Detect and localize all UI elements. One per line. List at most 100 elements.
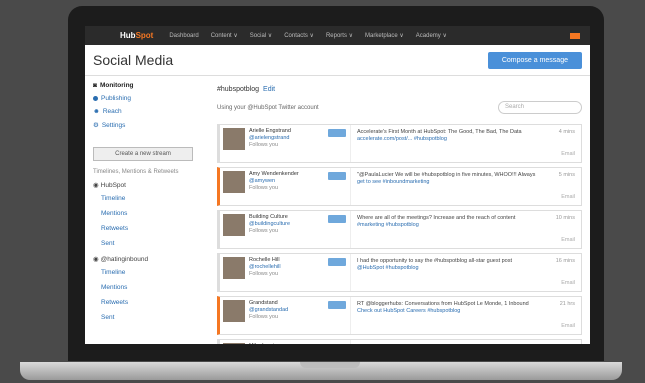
follow-button[interactable] [328,172,346,180]
laptop-notch [300,362,360,368]
follow-button[interactable] [328,215,346,223]
tweet-time: 16 mins [555,258,575,264]
stream-title: #hubspotblog Edit [217,86,276,93]
tweet-link[interactable]: @HubSpot #hubspotblog [357,265,575,272]
sidebar-timeline[interactable]: Timeline [101,195,203,202]
tweet-body: Check out what's happening with the #inb… [351,340,581,344]
tweet-link[interactable]: Check out HubSpot Careers #hubspotblog [357,308,575,315]
nav-marketplace[interactable]: Marketplace ∨ [365,32,404,39]
menu-icon[interactable] [570,32,580,39]
search-input[interactable]: Search [498,101,582,114]
follow-button[interactable] [328,129,346,137]
email-action[interactable]: Email [561,151,575,158]
page-header: Social Media Compose a message [85,45,590,76]
follow-status: Follows you [249,228,279,234]
follow-status: Follows you [249,185,279,191]
follow-status: Follows you [249,271,279,277]
email-action[interactable]: Email [561,280,575,287]
tweet-user: Rochelle Hill @rochellehill Follows you [220,254,351,291]
follow-button[interactable] [328,301,346,309]
screen: HubSpot Dashboard Content ∨ Social ∨ Con… [85,26,590,344]
nav-social[interactable]: Social ∨ [250,32,272,39]
compose-button[interactable]: Compose a message [487,51,582,69]
tweet-row[interactable]: Grandstand @grandstandad Follows you RT … [217,296,582,335]
user-name[interactable]: Amy Wendenkender [249,171,299,178]
nav-dashboard[interactable]: Dashboard [169,33,198,39]
create-stream-button[interactable]: Create a new stream [93,147,193,161]
tweet-body: Accelerate's First Month at HubSpot: The… [351,125,581,162]
sidebar-item-publishing[interactable]: Publishing [93,95,203,102]
using-account: Using your @HubSpot Twitter account [217,104,319,111]
sidebar-timeline[interactable]: Timeline [101,269,203,276]
tweet-body: I had the opportunity to say the #hubspo… [351,254,581,291]
user-handle[interactable]: @amywen [249,178,299,185]
email-action[interactable]: Email [561,323,575,330]
tweet-row[interactable]: Rochelle Hill @rochellehill Follows you … [217,253,582,292]
follow-button[interactable] [328,258,346,266]
tweet-text: "@PaulaLucier We will be #hubspotblog in… [357,172,536,178]
avatar[interactable] [223,214,245,236]
nav-reports[interactable]: Reports ∨ [326,32,353,39]
nav-academy[interactable]: Academy ∨ [416,32,447,39]
sidebar-retweets[interactable]: Retweets [101,225,203,232]
avatar[interactable] [223,300,245,322]
nav-content[interactable]: Content ∨ [211,32,238,39]
tweet-list: Arielle Engstrand @arielengstrand Follow… [217,124,582,344]
tweet-body: Where are all of the meetings? Increase … [351,211,581,248]
twitter-icon: ◉ [93,182,99,189]
tweet-link[interactable]: get to see #inboundmarketing [357,179,575,186]
sidebar-item-reach[interactable]: ☻ Reach [93,108,203,115]
tweet-row[interactable]: Building Culture @buildingculture Follow… [217,210,582,249]
sidebar-retweets[interactable]: Retweets [101,299,203,306]
section-title: Timelines, Mentions & Retweets [93,169,179,175]
publishing-icon [93,96,98,101]
tweet-text: Accelerate's First Month at HubSpot: The… [357,129,522,135]
nav-contacts[interactable]: Contacts ∨ [284,32,314,39]
twitter-icon: ◉ [93,256,99,263]
user-handle[interactable]: @arielengstrand [249,135,291,142]
user-name[interactable]: Grandstand [249,300,288,307]
edit-link[interactable]: Edit [263,86,275,93]
tweet-time: 21 hrs [559,301,575,307]
tweet-row[interactable]: Amy Wendenkender @amywen Follows you "@P… [217,167,582,206]
avatar[interactable] [223,171,245,193]
tweet-row[interactable]: Arielle Engstrand @arielengstrand Follow… [217,124,582,163]
user-handle[interactable]: @buildingculture [249,221,290,228]
user-name[interactable]: Arielle Engstrand [249,128,291,135]
tweet-body: "@PaulaLucier We will be #hubspotblog in… [351,168,581,205]
user-name[interactable]: Rochelle Hill [249,257,281,264]
binoculars-icon: ◙ [93,82,97,89]
tweet-user: Building Culture @buildingculture Follow… [220,211,351,248]
account-hatinginbound[interactable]: ◉ @hatinginbound [93,255,203,264]
user-handle[interactable]: @rochellehill [249,264,281,271]
tweet-time: 4 mins [558,129,575,135]
user-name[interactable]: Building Culture [249,214,290,221]
avatar[interactable] [223,128,245,150]
hubspot-logo[interactable]: HubSpot [120,31,153,40]
email-action[interactable]: Email [561,237,575,244]
sidebar-mentions[interactable]: Mentions [101,284,203,291]
user-handle[interactable]: @grandstandad [249,307,288,314]
tweet-link[interactable]: #marketing #hubspotblog [357,222,575,229]
top-nav: HubSpot Dashboard Content ∨ Social ∨ Con… [85,26,590,45]
user-name[interactable]: Mike Lemire [249,343,281,344]
email-action[interactable]: Email [561,194,575,201]
sidebar-item-settings[interactable]: ⚙ Settings [93,121,203,130]
people-icon: ☻ [93,108,100,115]
follow-status: Follows you [249,142,279,148]
tweet-time: 5 mins [558,172,575,178]
account-hubspot[interactable]: ◉ HubSpot [93,181,203,190]
tweet-link[interactable]: accelerate.com/post/... #hubspotblog [357,136,575,143]
tweet-row[interactable]: Mike Lemire @mikelemire Follows you Chec… [217,339,582,344]
sidebar-mentions[interactable]: Mentions [101,210,203,217]
avatar[interactable] [223,257,245,279]
follow-status: Follows you [249,314,279,320]
sidebar-sent[interactable]: Sent [101,314,203,321]
tweet-text: RT @bloggerhubs: Conversations from HubS… [357,301,529,307]
tweet-user: Mike Lemire @mikelemire Follows you [220,340,351,344]
page-title: Social Media [93,52,174,68]
sidebar-item-monitoring[interactable]: ◙ Monitoring [93,82,203,89]
tweet-body: RT @bloggerhubs: Conversations from HubS… [351,297,581,334]
avatar[interactable] [223,343,245,344]
sidebar-sent[interactable]: Sent [101,240,203,247]
